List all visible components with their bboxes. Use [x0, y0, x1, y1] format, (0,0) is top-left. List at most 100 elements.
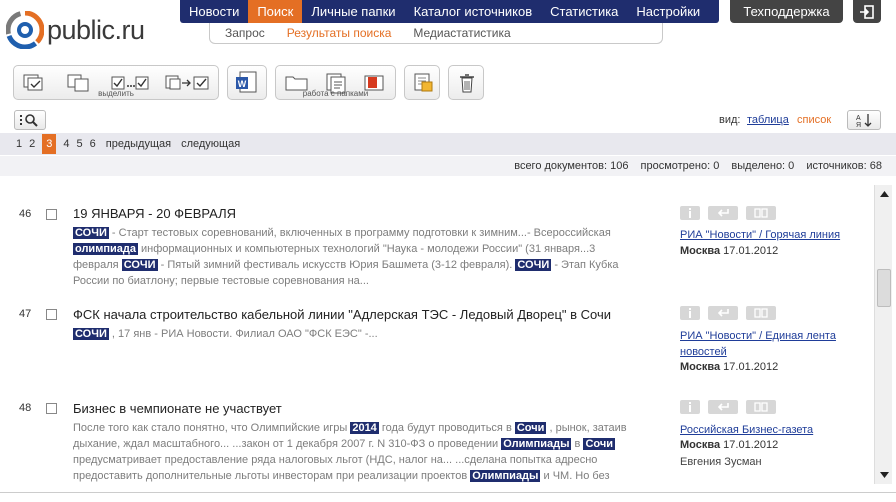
return-arrow-icon [717, 403, 729, 411]
open-document-button[interactable] [746, 306, 776, 320]
snippet-highlight: СОЧИ [121, 259, 158, 271]
notes-icon [414, 73, 433, 92]
prev-page-link[interactable]: предыдущая [106, 138, 171, 150]
snippet-highlight: Сочи [583, 438, 615, 450]
stat-selected: выделено: 0 [731, 160, 795, 172]
page-link-4[interactable]: 4 [63, 138, 69, 150]
info-button[interactable] [680, 306, 700, 320]
export-word-button[interactable]: W [234, 71, 260, 94]
result-checkbox[interactable] [46, 403, 57, 414]
view-bar: вид: таблица список A Я [0, 110, 896, 132]
scroll-up-button[interactable] [875, 185, 893, 203]
result-date: 17.01.2012 [723, 439, 779, 451]
toolbar-group-favorites [404, 65, 440, 100]
nav-item-news[interactable]: Новости [180, 0, 248, 23]
result-snippet: СОЧИ - Старт тестовых соревнований, вклю… [73, 225, 633, 289]
info-button[interactable] [680, 206, 700, 220]
toolbar-group-delete [448, 65, 484, 100]
arrow-down-icon [879, 472, 889, 478]
nav-item-search[interactable]: Поиск [248, 0, 303, 23]
svg-text:A: A [856, 115, 861, 122]
nav-item-catalog[interactable]: Каталог источников [405, 0, 542, 23]
support-button[interactable]: Техподдержка [730, 0, 843, 23]
search-icon [20, 114, 38, 127]
result-number: 47 [19, 308, 32, 320]
open-document-button[interactable] [746, 206, 776, 220]
delete-button[interactable] [454, 72, 480, 94]
result-date: 17.01.2012 [723, 245, 779, 257]
subnav-item-results[interactable]: Результаты поиска [287, 26, 392, 40]
result-checkbox[interactable] [46, 209, 57, 220]
result-title[interactable]: ФСК начала строительство кабельной линии… [73, 307, 611, 322]
exit-button[interactable] [853, 0, 881, 23]
view-table-link[interactable]: таблица [747, 114, 789, 126]
snippet-highlight: Олимпиады [501, 438, 572, 450]
svg-text:W: W [238, 79, 247, 89]
result-source-link[interactable]: РИА "Новости" / Единая лента новостей [680, 328, 855, 360]
svg-text:Я: Я [856, 122, 861, 128]
result-actions [680, 306, 784, 320]
info-icon [689, 208, 691, 218]
toolbar: выделить W работа с папками [0, 58, 896, 109]
info-icon [689, 402, 691, 412]
scroll-thumb[interactable] [877, 269, 891, 307]
snippet-highlight: Сочи [514, 422, 547, 434]
result-checkbox[interactable] [46, 309, 57, 320]
page-link-2[interactable]: 2 [29, 138, 35, 150]
result-title[interactable]: 19 ЯНВАРЯ - 20 ФЕВРАЛЯ [73, 206, 236, 221]
result-city: Москва [680, 245, 721, 257]
snippet-highlight: СОЧИ [73, 227, 109, 239]
results-scrollbar[interactable] [874, 185, 892, 484]
result-city: Москва [680, 439, 721, 451]
toolbar-group-export: W [227, 65, 267, 100]
result-meta: Москва 17.01.2012 [680, 361, 778, 373]
result-source-link[interactable]: Российская Бизнес-газета [680, 422, 860, 438]
result-number: 46 [19, 208, 32, 220]
page-link-3[interactable]: 3 [42, 134, 57, 154]
open-document-button[interactable] [746, 400, 776, 414]
info-icon [689, 308, 691, 318]
sort-icon: A Я [856, 114, 872, 128]
sort-button[interactable]: A Я [847, 110, 881, 130]
logout-icon [860, 4, 874, 19]
reply-button[interactable] [708, 306, 738, 320]
reply-button[interactable] [708, 206, 738, 220]
book-icon [754, 208, 768, 218]
result-meta: Москва 17.01.2012 [680, 439, 778, 451]
result-title[interactable]: Бизнес в чемпионате не участвует [73, 401, 282, 416]
bottom-divider [0, 492, 896, 493]
pager: 1 2 3 4 5 6 предыдущая следующая [0, 133, 896, 155]
result-source-link[interactable]: РИА "Новости" / Горячая линия [680, 227, 860, 243]
result-actions [680, 206, 784, 220]
next-page-link[interactable]: следующая [181, 138, 240, 150]
page-link-1[interactable]: 1 [16, 138, 22, 150]
snippet-text: - Пятый зимний фестиваль искусств Юрия Б… [157, 259, 516, 271]
subnav-item-query[interactable]: Запрос [225, 26, 265, 40]
word-document-icon: W [236, 71, 257, 93]
snippet-highlight: СОЧИ [73, 328, 109, 340]
subnav-item-mediastats[interactable]: Медиастатистика [413, 26, 510, 40]
nav-item-statistics[interactable]: Статистика [541, 0, 627, 23]
snippet-highlight: СОЧИ [515, 259, 552, 271]
folders-caption: работа с папками [302, 89, 369, 98]
result-number: 48 [19, 402, 32, 414]
results-list: 46 19 ЯНВАРЯ - 20 ФЕВРАЛЯ СОЧИ - Старт т… [0, 185, 874, 484]
result-author: Евгения Зусман [680, 456, 762, 468]
page-link-5[interactable]: 5 [77, 138, 83, 150]
stat-sources: источников: 68 [806, 160, 882, 172]
return-arrow-icon [717, 309, 729, 317]
search-panel-toggle[interactable] [14, 110, 46, 130]
logo-mark-icon [5, 10, 45, 50]
scroll-down-button[interactable] [875, 466, 893, 484]
snippet-text: , 17 янв - РИА Новости. Филиал ОАО "ФСК … [108, 328, 378, 340]
view-list-link[interactable]: список [797, 114, 831, 126]
favorites-button[interactable] [410, 72, 436, 94]
nav-item-folders[interactable]: Личные папки [302, 0, 404, 23]
book-icon [754, 308, 768, 318]
logo[interactable]: public.ru [5, 8, 176, 52]
nav-item-settings[interactable]: Настройки [627, 0, 709, 23]
snippet-text: После того как стало понятно, что Олимпи… [73, 422, 351, 434]
reply-button[interactable] [708, 400, 738, 414]
page-link-6[interactable]: 6 [90, 138, 96, 150]
info-button[interactable] [680, 400, 700, 414]
